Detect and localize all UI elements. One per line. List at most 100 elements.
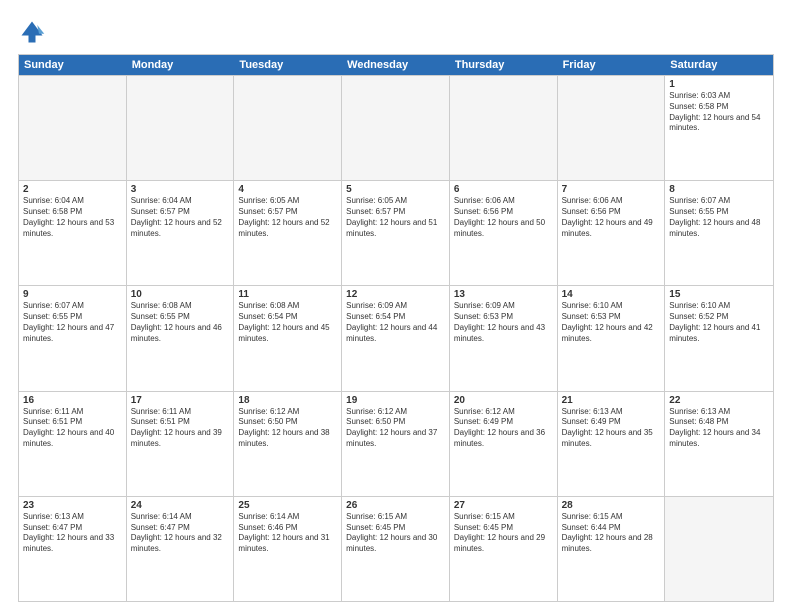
cell-info: Sunrise: 6:13 AM Sunset: 6:48 PM Dayligh… (669, 407, 769, 450)
day-number: 2 (23, 184, 122, 195)
calendar-cell: 2Sunrise: 6:04 AM Sunset: 6:58 PM Daylig… (19, 181, 127, 285)
calendar-cell: 16Sunrise: 6:11 AM Sunset: 6:51 PM Dayli… (19, 392, 127, 496)
cell-info: Sunrise: 6:04 AM Sunset: 6:58 PM Dayligh… (23, 196, 122, 239)
calendar-cell: 6Sunrise: 6:06 AM Sunset: 6:56 PM Daylig… (450, 181, 558, 285)
calendar-row-3: 16Sunrise: 6:11 AM Sunset: 6:51 PM Dayli… (19, 391, 773, 496)
calendar-cell: 21Sunrise: 6:13 AM Sunset: 6:49 PM Dayli… (558, 392, 666, 496)
cell-info: Sunrise: 6:07 AM Sunset: 6:55 PM Dayligh… (669, 196, 769, 239)
cell-info: Sunrise: 6:08 AM Sunset: 6:54 PM Dayligh… (238, 301, 337, 344)
cell-info: Sunrise: 6:14 AM Sunset: 6:47 PM Dayligh… (131, 512, 230, 555)
header-cell-wednesday: Wednesday (342, 55, 450, 75)
calendar-cell (234, 76, 342, 180)
cell-info: Sunrise: 6:08 AM Sunset: 6:55 PM Dayligh… (131, 301, 230, 344)
calendar-cell: 18Sunrise: 6:12 AM Sunset: 6:50 PM Dayli… (234, 392, 342, 496)
cell-info: Sunrise: 6:04 AM Sunset: 6:57 PM Dayligh… (131, 196, 230, 239)
day-number: 12 (346, 289, 445, 300)
calendar-cell (665, 497, 773, 601)
calendar-cell: 8Sunrise: 6:07 AM Sunset: 6:55 PM Daylig… (665, 181, 773, 285)
day-number: 8 (669, 184, 769, 195)
day-number: 16 (23, 395, 122, 406)
day-number: 5 (346, 184, 445, 195)
header-cell-saturday: Saturday (665, 55, 773, 75)
calendar-cell: 13Sunrise: 6:09 AM Sunset: 6:53 PM Dayli… (450, 286, 558, 390)
day-number: 22 (669, 395, 769, 406)
calendar-cell: 7Sunrise: 6:06 AM Sunset: 6:56 PM Daylig… (558, 181, 666, 285)
calendar-cell: 22Sunrise: 6:13 AM Sunset: 6:48 PM Dayli… (665, 392, 773, 496)
header-cell-thursday: Thursday (450, 55, 558, 75)
calendar-cell: 3Sunrise: 6:04 AM Sunset: 6:57 PM Daylig… (127, 181, 235, 285)
cell-info: Sunrise: 6:11 AM Sunset: 6:51 PM Dayligh… (131, 407, 230, 450)
cell-info: Sunrise: 6:14 AM Sunset: 6:46 PM Dayligh… (238, 512, 337, 555)
day-number: 27 (454, 500, 553, 511)
cell-info: Sunrise: 6:09 AM Sunset: 6:54 PM Dayligh… (346, 301, 445, 344)
cell-info: Sunrise: 6:10 AM Sunset: 6:53 PM Dayligh… (562, 301, 661, 344)
day-number: 28 (562, 500, 661, 511)
cell-info: Sunrise: 6:15 AM Sunset: 6:45 PM Dayligh… (454, 512, 553, 555)
day-number: 20 (454, 395, 553, 406)
day-number: 11 (238, 289, 337, 300)
calendar-body: 1Sunrise: 6:03 AM Sunset: 6:58 PM Daylig… (19, 75, 773, 601)
header-cell-tuesday: Tuesday (234, 55, 342, 75)
cell-info: Sunrise: 6:07 AM Sunset: 6:55 PM Dayligh… (23, 301, 122, 344)
calendar-cell (19, 76, 127, 180)
day-number: 23 (23, 500, 122, 511)
day-number: 4 (238, 184, 337, 195)
header-cell-monday: Monday (127, 55, 235, 75)
calendar-cell: 17Sunrise: 6:11 AM Sunset: 6:51 PM Dayli… (127, 392, 235, 496)
calendar-cell (558, 76, 666, 180)
calendar-header: SundayMondayTuesdayWednesdayThursdayFrid… (19, 55, 773, 75)
cell-info: Sunrise: 6:12 AM Sunset: 6:50 PM Dayligh… (238, 407, 337, 450)
logo-icon (18, 18, 46, 46)
calendar-cell: 12Sunrise: 6:09 AM Sunset: 6:54 PM Dayli… (342, 286, 450, 390)
calendar-cell: 1Sunrise: 6:03 AM Sunset: 6:58 PM Daylig… (665, 76, 773, 180)
day-number: 25 (238, 500, 337, 511)
calendar-row-1: 2Sunrise: 6:04 AM Sunset: 6:58 PM Daylig… (19, 180, 773, 285)
cell-info: Sunrise: 6:06 AM Sunset: 6:56 PM Dayligh… (562, 196, 661, 239)
cell-info: Sunrise: 6:03 AM Sunset: 6:58 PM Dayligh… (669, 91, 769, 134)
day-number: 7 (562, 184, 661, 195)
day-number: 14 (562, 289, 661, 300)
cell-info: Sunrise: 6:09 AM Sunset: 6:53 PM Dayligh… (454, 301, 553, 344)
day-number: 21 (562, 395, 661, 406)
cell-info: Sunrise: 6:11 AM Sunset: 6:51 PM Dayligh… (23, 407, 122, 450)
calendar-row-4: 23Sunrise: 6:13 AM Sunset: 6:47 PM Dayli… (19, 496, 773, 601)
cell-info: Sunrise: 6:15 AM Sunset: 6:44 PM Dayligh… (562, 512, 661, 555)
calendar-cell (127, 76, 235, 180)
page: SundayMondayTuesdayWednesdayThursdayFrid… (0, 0, 792, 612)
calendar-cell: 23Sunrise: 6:13 AM Sunset: 6:47 PM Dayli… (19, 497, 127, 601)
day-number: 15 (669, 289, 769, 300)
calendar-cell: 28Sunrise: 6:15 AM Sunset: 6:44 PM Dayli… (558, 497, 666, 601)
calendar: SundayMondayTuesdayWednesdayThursdayFrid… (18, 54, 774, 602)
header (18, 18, 774, 46)
calendar-cell: 9Sunrise: 6:07 AM Sunset: 6:55 PM Daylig… (19, 286, 127, 390)
cell-info: Sunrise: 6:10 AM Sunset: 6:52 PM Dayligh… (669, 301, 769, 344)
header-cell-friday: Friday (558, 55, 666, 75)
cell-info: Sunrise: 6:15 AM Sunset: 6:45 PM Dayligh… (346, 512, 445, 555)
calendar-cell: 27Sunrise: 6:15 AM Sunset: 6:45 PM Dayli… (450, 497, 558, 601)
calendar-cell: 24Sunrise: 6:14 AM Sunset: 6:47 PM Dayli… (127, 497, 235, 601)
day-number: 24 (131, 500, 230, 511)
day-number: 9 (23, 289, 122, 300)
day-number: 26 (346, 500, 445, 511)
day-number: 18 (238, 395, 337, 406)
cell-info: Sunrise: 6:05 AM Sunset: 6:57 PM Dayligh… (238, 196, 337, 239)
day-number: 1 (669, 79, 769, 90)
calendar-cell: 25Sunrise: 6:14 AM Sunset: 6:46 PM Dayli… (234, 497, 342, 601)
calendar-cell: 15Sunrise: 6:10 AM Sunset: 6:52 PM Dayli… (665, 286, 773, 390)
day-number: 19 (346, 395, 445, 406)
day-number: 6 (454, 184, 553, 195)
cell-info: Sunrise: 6:12 AM Sunset: 6:50 PM Dayligh… (346, 407, 445, 450)
day-number: 13 (454, 289, 553, 300)
calendar-row-2: 9Sunrise: 6:07 AM Sunset: 6:55 PM Daylig… (19, 285, 773, 390)
cell-info: Sunrise: 6:06 AM Sunset: 6:56 PM Dayligh… (454, 196, 553, 239)
calendar-cell: 14Sunrise: 6:10 AM Sunset: 6:53 PM Dayli… (558, 286, 666, 390)
day-number: 3 (131, 184, 230, 195)
calendar-cell: 19Sunrise: 6:12 AM Sunset: 6:50 PM Dayli… (342, 392, 450, 496)
cell-info: Sunrise: 6:13 AM Sunset: 6:49 PM Dayligh… (562, 407, 661, 450)
calendar-cell: 5Sunrise: 6:05 AM Sunset: 6:57 PM Daylig… (342, 181, 450, 285)
calendar-cell (450, 76, 558, 180)
calendar-cell: 26Sunrise: 6:15 AM Sunset: 6:45 PM Dayli… (342, 497, 450, 601)
calendar-cell: 4Sunrise: 6:05 AM Sunset: 6:57 PM Daylig… (234, 181, 342, 285)
calendar-row-0: 1Sunrise: 6:03 AM Sunset: 6:58 PM Daylig… (19, 75, 773, 180)
cell-info: Sunrise: 6:12 AM Sunset: 6:49 PM Dayligh… (454, 407, 553, 450)
